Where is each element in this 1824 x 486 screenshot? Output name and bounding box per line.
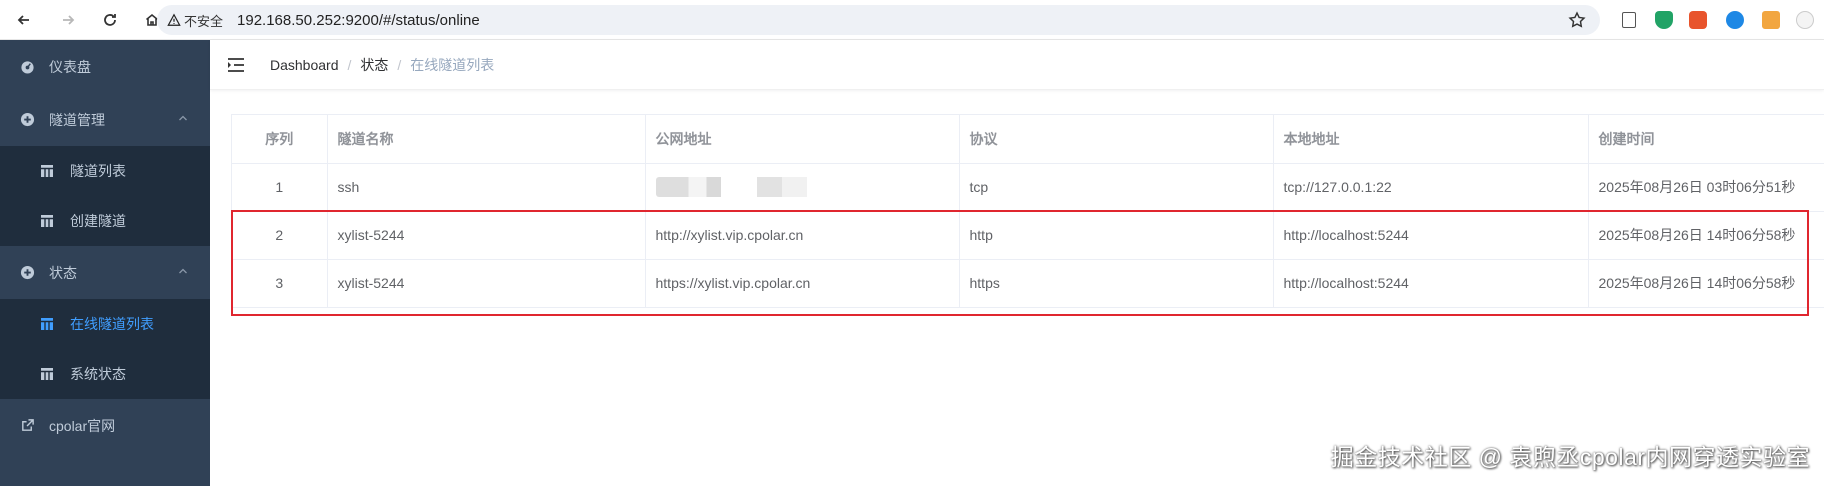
dashboard-icon: [20, 59, 35, 74]
column-header: 本地地址: [1273, 115, 1589, 164]
table-row: 3 xylist-5244 https://xylist.vip.cpolar.…: [232, 259, 1824, 308]
puzzle-extension-icon[interactable]: [1762, 11, 1780, 29]
sidebar-item-create-tunnel[interactable]: 创建隧道: [0, 196, 210, 246]
menu-label: 状态: [49, 264, 77, 281]
table-cell: http://localhost:5244: [1273, 211, 1589, 260]
back-icon[interactable]: [14, 10, 34, 30]
table-cell: http://xylist.vip.cpolar.cn: [645, 211, 960, 260]
warning-icon: [167, 13, 181, 26]
table-cell: http: [959, 211, 1274, 260]
plus-circle-icon: [20, 265, 35, 280]
table-cell: xylist-5244: [327, 259, 646, 308]
menu-label: 隧道管理: [49, 111, 105, 128]
sidebar-item-label: 隧道列表: [70, 163, 126, 179]
breadcrumb-dashboard[interactable]: Dashboard: [270, 57, 339, 73]
watermark: 掘金技术社区 @ 袁煦丞cpolar内网穿透实验室: [1330, 444, 1810, 470]
sidebar-item-label: 系统状态: [70, 366, 126, 382]
chevron-up-icon: [179, 115, 187, 121]
breadcrumb-status[interactable]: 状态: [360, 55, 388, 75]
security-label: 不安全: [184, 13, 224, 29]
table-cell: http://localhost:5244: [1273, 259, 1589, 308]
menu-label: 仪表盘: [49, 58, 91, 75]
sidebar-item-tunnel-list[interactable]: 隧道列表: [0, 146, 210, 196]
table-cell: https://xylist.vip.cpolar.cn: [645, 259, 960, 308]
menu-label: cpolar官网: [49, 417, 116, 434]
bookmark-star-icon[interactable]: [1568, 11, 1586, 29]
breadcrumb-current: 在线隧道列表: [410, 56, 495, 73]
browser-toolbar: 不安全 192.168.50.252:9200/#/status/online: [0, 0, 1824, 40]
external-link-icon: [20, 418, 35, 433]
sidebar-item-label: 在线隧道列表: [70, 316, 154, 332]
top-navbar: Dashboard / 状态 / 在线隧道列表: [210, 40, 1824, 90]
menu-dashboard[interactable]: 仪表盘: [0, 40, 210, 93]
url-text[interactable]: 192.168.50.252:9200/#/status/online: [237, 12, 480, 29]
column-header: 序列: [232, 115, 328, 164]
column-header: 创建时间: [1588, 115, 1824, 164]
menu-tunnel-management[interactable]: 隧道管理: [0, 93, 210, 146]
table-row: 2 xylist-5244 http://xylist.vip.cpolar.c…: [232, 211, 1824, 260]
download-extension-icon[interactable]: [1726, 11, 1744, 29]
sidebar: 仪表盘 隧道管理 隧道列表 创建隧道 状态 在线隧道列表 系统状态 cpolar…: [0, 40, 210, 486]
table-cell: tcp://127.0.0.1:22: [1273, 163, 1589, 212]
sidebar-item-online-tunnels[interactable]: 在线隧道列表: [0, 299, 210, 349]
address-bar[interactable]: 不安全 192.168.50.252:9200/#/status/online: [157, 5, 1600, 35]
table-cell: tcp: [959, 163, 1274, 212]
menu-cpolar-website[interactable]: cpolar官网: [0, 399, 210, 452]
table-cell: ssh: [327, 163, 646, 212]
table-icon: [40, 164, 54, 178]
plus-circle-icon: [20, 112, 35, 127]
table-cell: 2: [232, 211, 328, 260]
redacted-blur: [655, 177, 836, 197]
tunnel-table: 序列 隧道名称 公网地址 协议 本地地址 创建时间 1 ssh tcp tcp:…: [231, 114, 1824, 308]
table-row: 1 ssh tcp tcp://127.0.0.1:22 2025年08月26日…: [232, 163, 1824, 212]
sidebar-item-label: 创建隧道: [70, 213, 126, 229]
breadcrumb-separator: /: [397, 56, 402, 73]
reload-icon[interactable]: [100, 10, 120, 30]
main-content: Dashboard / 状态 / 在线隧道列表 序列 隧道名称 公网地址 协议 …: [210, 40, 1824, 486]
table-header-row: 序列 隧道名称 公网地址 协议 本地地址 创建时间: [232, 115, 1824, 164]
profile-icon[interactable]: [1796, 11, 1814, 29]
table-cell: 2025年08月26日 14时06分58秒: [1588, 211, 1824, 260]
table-cell: xylist-5244: [327, 211, 646, 260]
reading-list-icon[interactable]: [1622, 12, 1636, 28]
table-cell: 2025年08月26日 14时06分58秒: [1588, 259, 1824, 308]
table-cell: https: [959, 259, 1274, 308]
code-extension-icon[interactable]: [1689, 11, 1707, 29]
sidebar-item-system-status[interactable]: 系统状态: [0, 349, 210, 399]
table-cell-redacted: [645, 163, 960, 212]
menu-status[interactable]: 状态: [0, 246, 210, 299]
hamburger-icon[interactable]: [226, 55, 246, 75]
table-icon: [40, 367, 54, 381]
breadcrumb-separator: /: [347, 56, 352, 73]
column-header: 协议: [959, 115, 1274, 164]
forward-icon[interactable]: [58, 10, 78, 30]
shield-extension-icon[interactable]: [1655, 11, 1673, 29]
table-cell: 3: [232, 259, 328, 308]
table-icon: [40, 214, 54, 228]
table-cell: 1: [232, 163, 328, 212]
security-chip[interactable]: 不安全: [167, 11, 223, 30]
table-cell: 2025年08月26日 03时06分51秒: [1588, 163, 1824, 212]
chevron-up-icon: [179, 268, 187, 274]
table-icon: [40, 317, 54, 331]
column-header: 公网地址: [645, 115, 960, 164]
column-header: 隧道名称: [327, 115, 646, 164]
